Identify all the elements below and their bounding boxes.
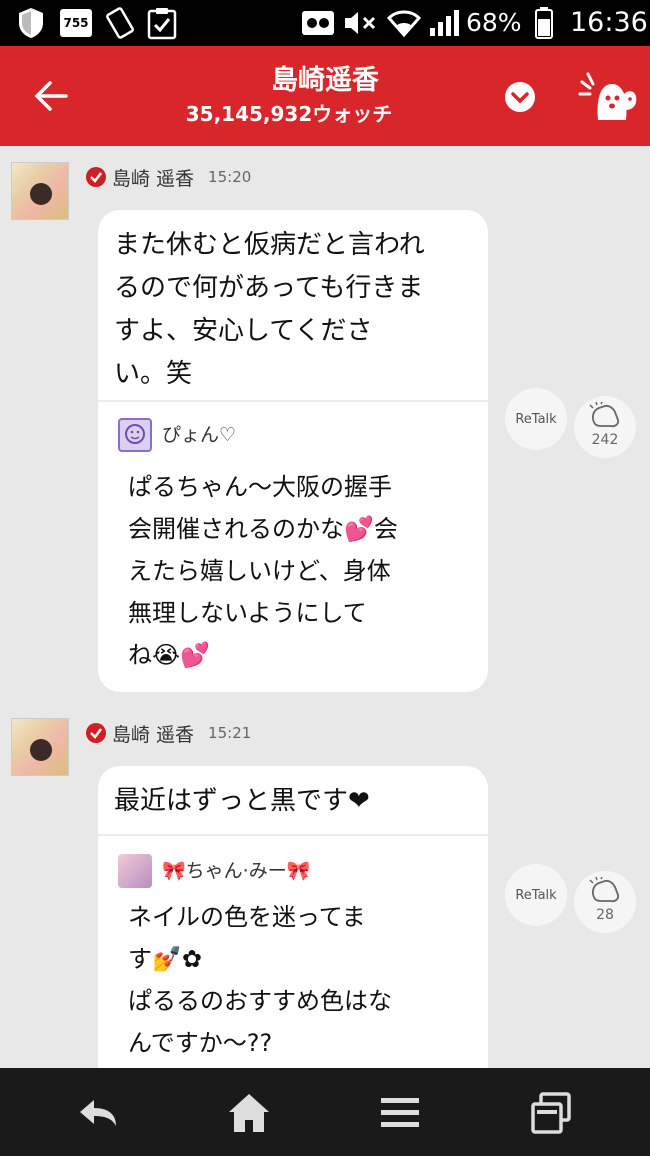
comment-text: ぱるちゃん〜大阪の握手 会開催されるのかな💕会 えたら嬉しいけど、身体 無理しな…: [128, 473, 398, 669]
divider: [98, 400, 488, 402]
mascot-icon[interactable]: [578, 70, 638, 124]
message-time: 15:20: [208, 168, 252, 186]
battery-icon: [532, 6, 556, 40]
menu-icon[interactable]: [375, 1090, 425, 1136]
verified-check-icon: [86, 723, 106, 743]
shield-icon: [14, 6, 48, 40]
retalk-label: ReTalk: [515, 411, 557, 427]
page-title: 島崎遥香: [271, 65, 379, 96]
chevron-down-icon[interactable]: [505, 82, 535, 112]
app-header: 島崎遥香 35,145,932ウォッチ: [0, 46, 650, 146]
navigation-bar: [0, 1068, 650, 1156]
avatar[interactable]: [11, 162, 69, 220]
commenter-avatar-icon: [118, 854, 152, 888]
divider: [98, 834, 488, 836]
wifi-icon: [386, 6, 422, 40]
verified-check-icon: [86, 167, 106, 187]
sender-name: 島崎 遥香: [112, 723, 195, 746]
clock: 16:36: [570, 7, 648, 38]
sender-name: 島崎 遥香: [112, 167, 195, 190]
clap-icon: [589, 876, 621, 903]
commenter-avatar-icon: [118, 418, 152, 452]
battery-percent: 68%: [466, 8, 522, 37]
commenter-name: 🎀ちゃん·みー🎀: [162, 860, 311, 882]
rotate-screen-icon: [102, 6, 138, 40]
comment-text: ネイルの色を迷ってま す💅✿ ぱるるのおすすめ色はな んですか〜??: [128, 903, 392, 1057]
back-nav-icon[interactable]: [74, 1090, 124, 1136]
voicemail-icon: [300, 6, 336, 40]
message-bubble[interactable]: また休むと仮病だと言われ るので何があっても行きま すよ、安心してくださ い。笑…: [98, 210, 488, 692]
clipboard-check-icon: [144, 6, 180, 40]
home-icon[interactable]: [224, 1090, 274, 1136]
clap-button[interactable]: 242: [574, 396, 636, 458]
message-sender: 島崎 遥香 15:20: [86, 162, 251, 192]
retalk-label: ReTalk: [515, 887, 557, 903]
watch-count: 35,145,932ウォッチ: [185, 102, 393, 126]
message-sender: 島崎 遥香 15:21: [86, 718, 251, 748]
signal-icon: [426, 6, 462, 40]
message-bubble[interactable]: 最近はずっと黒です❤ 🎀ちゃん·みー🎀 ネイルの色を迷ってま す💅✿ ぱるるのお…: [98, 766, 488, 1096]
mute-icon: [342, 6, 378, 40]
clap-button[interactable]: 28: [574, 871, 636, 933]
avatar[interactable]: [11, 718, 69, 776]
recent-apps-icon[interactable]: [527, 1090, 577, 1136]
message-time: 15:21: [208, 724, 252, 742]
retalk-button[interactable]: ReTalk: [505, 864, 567, 926]
message-text: 最近はずっと黒です❤: [114, 786, 370, 816]
clap-count: 28: [596, 907, 614, 923]
retalk-button[interactable]: ReTalk: [505, 388, 567, 450]
message-text: また休むと仮病だと言われ るので何があっても行きま すよ、安心してくださ い。笑: [114, 230, 425, 389]
notification-badge-text: 755: [63, 16, 89, 30]
app-notification-icon: 755: [58, 6, 94, 40]
commenter-name: ぴょん♡: [162, 424, 237, 446]
status-bar: 755 68% 16:36: [0, 0, 650, 46]
clap-icon: [589, 401, 621, 428]
clap-count: 242: [591, 432, 619, 448]
